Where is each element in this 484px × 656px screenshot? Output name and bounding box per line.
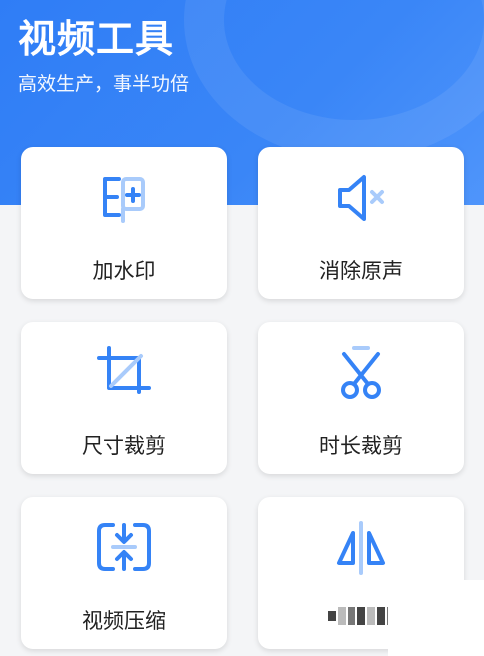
tool-label: 尺寸裁剪 bbox=[82, 434, 166, 458]
mirror-icon bbox=[337, 521, 385, 575]
mute-icon bbox=[338, 175, 384, 221]
tool-card-crop[interactable]: 尺寸裁剪 bbox=[21, 322, 227, 474]
decorative-ring bbox=[184, 0, 484, 160]
scissors-icon bbox=[341, 346, 381, 399]
page-title: 视频工具 bbox=[18, 17, 175, 61]
tool-card-duration-trim[interactable]: 时长裁剪 bbox=[258, 322, 464, 474]
page-subtitle: 高效生产，事半功倍 bbox=[18, 73, 190, 95]
tool-label: 加水印 bbox=[92, 259, 156, 283]
tool-card-compress[interactable]: 视频压缩 bbox=[21, 497, 227, 649]
tool-card-watermark[interactable]: 加水印 bbox=[21, 147, 227, 299]
tool-label: 消除原声 bbox=[319, 259, 403, 283]
tool-label: 视频压缩 bbox=[82, 609, 166, 633]
tool-label: 时长裁剪 bbox=[319, 434, 403, 458]
redaction-patch bbox=[388, 580, 484, 656]
tool-card-mute[interactable]: 消除原声 bbox=[258, 147, 464, 299]
compress-icon bbox=[97, 523, 151, 571]
crop-icon bbox=[97, 346, 151, 394]
watermark-icon bbox=[103, 177, 145, 223]
